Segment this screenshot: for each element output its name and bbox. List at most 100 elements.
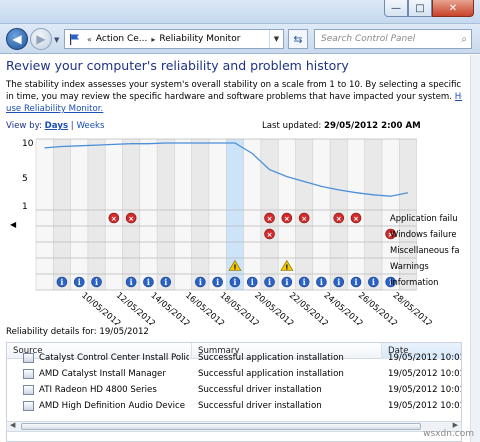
page-description: The stability index assesses your system…	[6, 79, 462, 115]
day-column	[139, 139, 158, 290]
recent-pages-dropdown-icon[interactable]: ▼	[54, 36, 59, 44]
scroll-left-arrow-icon[interactable]: ◀	[10, 421, 15, 429]
information-icon-glyph: i	[60, 277, 63, 287]
close-button[interactable]: ✕	[432, 0, 474, 17]
error-icon-glyph: ×	[301, 215, 307, 223]
information-icon-glyph: i	[130, 277, 133, 287]
search-placeholder: Search Control Panel	[321, 34, 416, 44]
information-icon-glyph: i	[147, 277, 150, 287]
warning-icon-glyph: !	[233, 264, 236, 272]
cell-summary: Successful application installation	[198, 353, 344, 363]
action-center-flag-icon	[68, 33, 80, 45]
how-to-use-link-start[interactable]: Ho	[455, 92, 462, 102]
horizontal-scrollbar[interactable]: ◀ ▶	[6, 421, 462, 432]
information-icon-glyph: i	[355, 277, 358, 287]
last-updated: Last updated: 29/05/2012 2:00 AM	[262, 121, 421, 131]
page-title: Review your computer's reliability and p…	[6, 58, 349, 73]
search-icon[interactable]: ⌕	[461, 34, 467, 45]
information-icon-glyph: i	[268, 277, 271, 287]
window-titlebar: — □ ✕	[0, 0, 480, 24]
back-button[interactable]: ◀	[6, 28, 28, 50]
error-icon-glyph: ×	[267, 215, 273, 223]
minimize-button[interactable]: —	[384, 0, 408, 17]
y-tick-label: 5	[22, 174, 28, 184]
scroll-right-arrow-icon[interactable]: ▶	[453, 421, 458, 429]
breadcrumb-reliability-monitor[interactable]: Reliability Monitor	[159, 34, 240, 44]
day-column	[36, 139, 54, 290]
installer-icon	[23, 385, 34, 395]
table-row[interactable]: Catalyst Control Center Install Policy Su…	[7, 350, 461, 366]
cell-summary: Successful driver installation	[198, 401, 322, 411]
legend-label: Warnings	[390, 261, 429, 271]
information-icon-glyph: i	[95, 277, 98, 287]
day-column	[209, 139, 227, 290]
warning-icon-glyph: !	[285, 264, 288, 272]
address-bar[interactable]: « Action Ce... ▸ Reliability Monitor ▼	[64, 29, 284, 49]
information-icon-glyph: i	[337, 277, 340, 287]
address-dropdown-icon[interactable]: ▼	[269, 30, 283, 48]
cell-source: ATI Radeon HD 4800 Series	[39, 385, 157, 395]
y-tick-label: 10	[22, 139, 34, 149]
scrollbar-thumb[interactable]	[21, 423, 421, 430]
how-to-use-link[interactable]: use Reliability Monitor.	[6, 104, 103, 114]
information-icon-glyph: i	[320, 277, 323, 287]
cell-summary: Successful driver installation	[198, 385, 322, 395]
day-column	[174, 139, 192, 290]
refresh-icon: ⇆	[293, 32, 303, 46]
information-icon-glyph: i	[372, 277, 375, 287]
error-icon-glyph: ×	[336, 215, 342, 223]
view-by-selector: View by: Days | Weeks	[6, 121, 104, 131]
day-column	[243, 139, 261, 290]
legend-label: Miscellaneous fa	[390, 245, 460, 255]
error-icon-glyph: ×	[111, 215, 117, 223]
view-separator: |	[70, 121, 74, 131]
breadcrumb-action-center[interactable]: Action Ce...	[96, 34, 147, 44]
cell-source: AMD Catalyst Install Manager	[39, 369, 166, 379]
information-icon-glyph: i	[216, 277, 219, 287]
table-row[interactable]: AMD Catalyst Install Manager Successful a…	[7, 366, 462, 382]
reliability-chart-area: ◀ ▶ 1051×××××××××!!iiiiiiiiiiiiiiiiii10/…	[0, 135, 470, 350]
installer-icon	[23, 353, 34, 363]
legend-label: Windows failure	[390, 229, 457, 239]
description-line-1: The stability index assesses your system…	[6, 80, 462, 90]
view-days-link[interactable]: Days	[45, 121, 68, 131]
information-icon-glyph: i	[251, 277, 254, 287]
last-updated-label: Last updated:	[262, 121, 322, 131]
cell-date: 19/05/2012 10:01	[388, 385, 462, 395]
cell-summary: Successful application installation	[198, 369, 344, 379]
error-icon-glyph: ×	[284, 215, 290, 223]
description-line-3: use Reliability Monitor.	[6, 103, 462, 115]
legend-label: Application failu	[390, 213, 458, 223]
table-row[interactable]: AMD High Definition Audio Device Successf…	[7, 398, 462, 414]
navigation-bar: ◀ ▶ ▼ « Action Ce... ▸ Reliability Monit…	[0, 24, 480, 54]
information-icon-glyph: i	[285, 277, 288, 287]
reliability-details-label: Reliability details for: 19/05/2012	[6, 327, 149, 337]
back-arrow-icon: ◀	[12, 32, 22, 46]
search-input[interactable]: Search Control Panel ⌕	[314, 29, 472, 49]
day-column	[364, 139, 382, 290]
table-row[interactable]: ATI Radeon HD 4800 Series Successful driv…	[7, 382, 462, 398]
window-controls: — □ ✕	[384, 0, 474, 18]
forward-button[interactable]: ▶	[30, 28, 52, 50]
information-icon-glyph: i	[199, 277, 202, 287]
maximize-button[interactable]: □	[408, 0, 432, 17]
refresh-button[interactable]: ⇆	[288, 29, 308, 49]
cell-source: Catalyst Control Center Install Policy	[39, 353, 189, 363]
error-icon-glyph: ×	[267, 231, 273, 239]
error-icon-glyph: ×	[353, 215, 359, 223]
cell-date: 19/05/2012 10:01	[388, 369, 462, 379]
forward-arrow-icon: ▶	[36, 32, 46, 46]
main-content: Review your computer's reliability and p…	[0, 55, 470, 442]
last-updated-value: 29/05/2012 2:00 AM	[324, 121, 421, 131]
vertical-scrollbar[interactable]	[470, 55, 480, 442]
day-column	[87, 139, 106, 290]
day-column	[312, 139, 331, 290]
installer-icon	[23, 401, 34, 411]
day-column	[53, 139, 71, 290]
installer-icon	[23, 369, 34, 379]
breadcrumb-overflow[interactable]: «	[87, 35, 92, 44]
y-tick-label: 1	[22, 202, 28, 212]
cell-date: 19/05/2012 10:01	[388, 401, 462, 411]
view-weeks-link[interactable]: Weeks	[76, 121, 104, 131]
view-by-label: View by:	[6, 121, 42, 131]
